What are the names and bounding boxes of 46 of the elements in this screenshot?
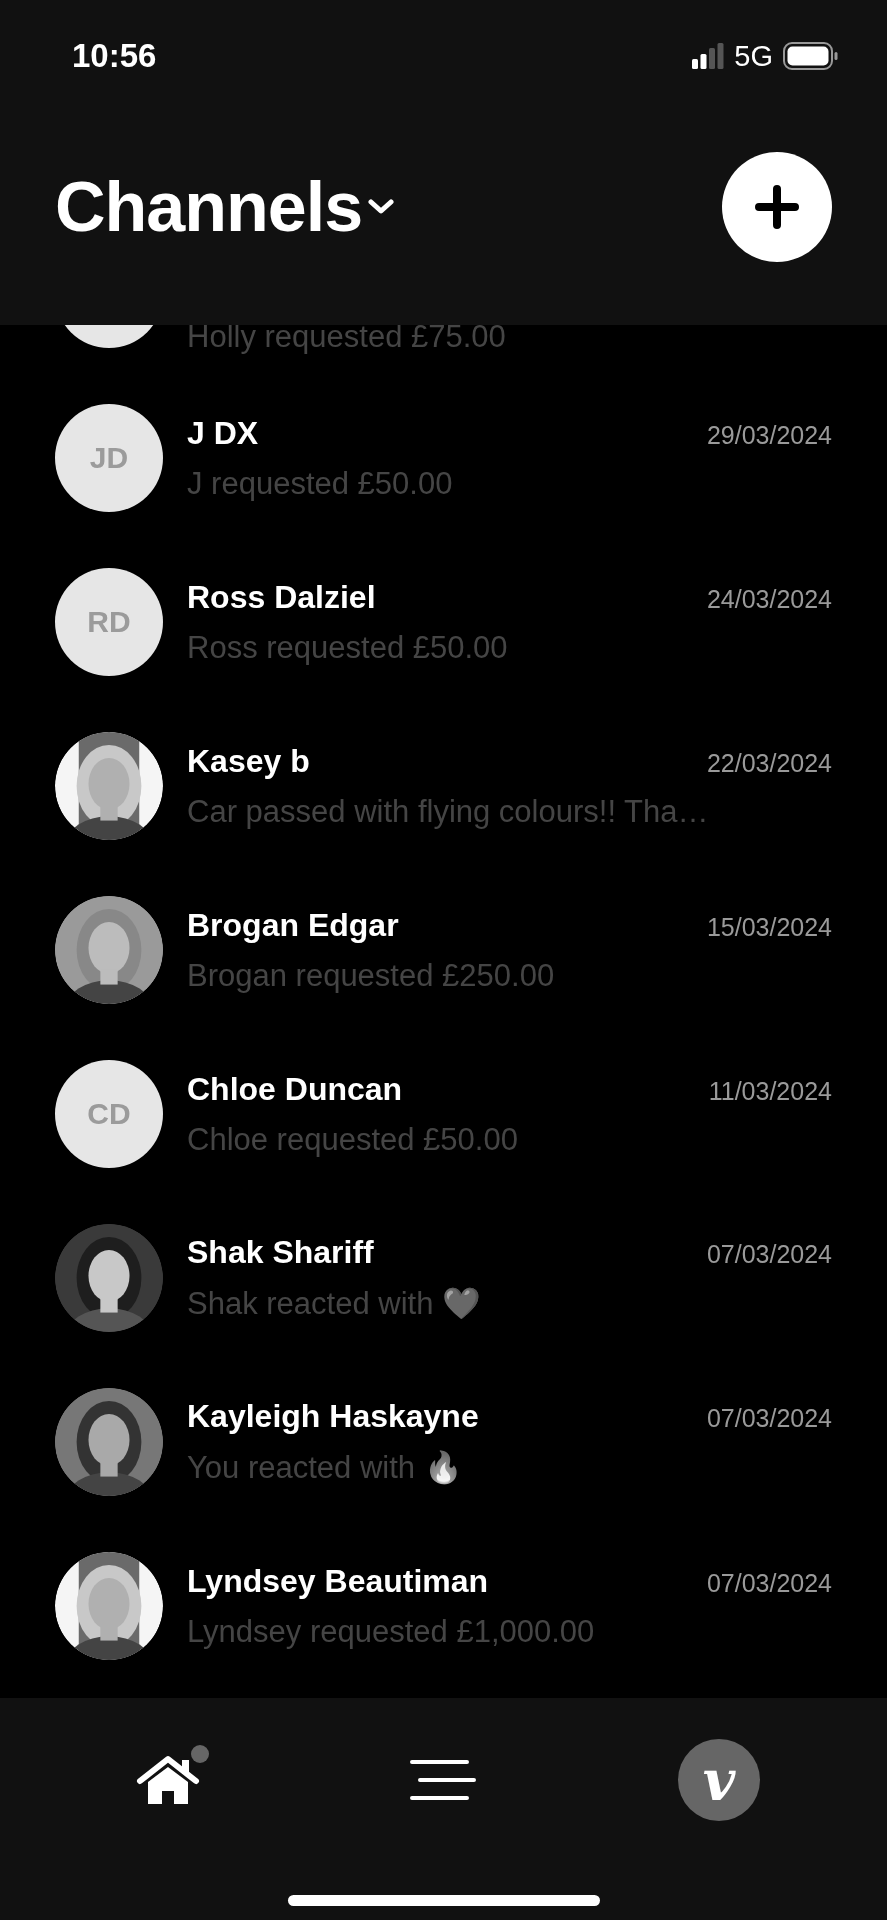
avatar-initials: JD	[55, 404, 163, 512]
channel-item[interactable]: Lyndsey Beautiman 07/03/2024 Lyndsey requested £1,000.00	[0, 1524, 887, 1688]
last-message: Holly requested £75.00	[187, 325, 507, 355]
channel-date: 07/03/2024	[706, 1404, 832, 1433]
channel-item[interactable]: Kasey b 22/03/2024 Car passed with flying colours!! Tha…	[0, 704, 887, 868]
channel-item[interactable]: RD Ross Dalziel 24/03/2024 Ross requested £50.00	[0, 540, 887, 704]
profile-tab[interactable]: v	[678, 1739, 761, 1821]
channel-date: 24/03/2024	[706, 584, 832, 614]
menu-icon	[410, 1759, 477, 1801]
channel-item[interactable]: Brogan Edgar 15/03/2024 Brogan requested £250.00	[0, 868, 887, 1032]
battery-icon	[783, 42, 839, 70]
page-title[interactable]: Channels	[55, 167, 363, 247]
channel-name: Kasey b	[187, 742, 311, 780]
channel-name: J DX	[187, 414, 260, 452]
channel-item[interactable]: CD Chloe Duncan 11/03/2024 Chloe requested £50.00	[0, 1032, 887, 1196]
avatar-initials: RD	[55, 568, 163, 676]
status-time: 10:56	[72, 37, 158, 75]
home-icon	[135, 1754, 200, 1806]
channel-name: Shak Shariff	[187, 1234, 375, 1271]
last-message: You reacted with 🔥	[187, 1449, 464, 1486]
channel-item[interactable]: Shak Shariff 07/03/2024 Shak reacted with ❤	[0, 1196, 887, 1360]
last-message: Lyndsey requested £1,000.00	[187, 1613, 596, 1650]
last-message: Car passed with flying colours!! Tha…	[187, 793, 710, 830]
channel-date: 29/03/2024	[706, 420, 832, 450]
avatar-initials: CD	[55, 1060, 163, 1168]
channel-name: Ross Dalziel	[187, 578, 377, 616]
last-message: Ross requested £50.00	[187, 629, 509, 666]
channel-date: 15/03/2024	[706, 912, 832, 942]
network-label: 5G	[734, 39, 773, 73]
channel-name: Kayleigh Haskayne	[187, 1398, 480, 1435]
last-message: J requested £50.00	[187, 465, 454, 502]
channel-name: Chloe Duncan	[187, 1070, 404, 1108]
channel-name: Lyndsey Beautiman	[187, 1562, 490, 1600]
channel-item[interactable]: Kayleigh Haskayne 07/03/2024 You reacted with 🔥	[0, 1360, 887, 1524]
last-message: Brogan requested £250.00	[187, 957, 556, 994]
chevron-down-icon[interactable]	[368, 199, 395, 215]
channel-date: 11/03/2024	[708, 1076, 832, 1106]
plus-icon	[755, 185, 799, 229]
channel-date: 07/03/2024	[706, 1240, 832, 1269]
channel-name: Brogan Edgar	[187, 906, 400, 944]
last-message: Shak reacted with ❤	[187, 1285, 483, 1322]
channel-date: 07/03/2024	[706, 1568, 832, 1598]
channel-item[interactable]: JD J DX 29/03/2024 J requested £50.00	[0, 376, 887, 540]
last-message: Chloe requested £50.00	[187, 1121, 519, 1158]
channel-date: 22/03/2024	[706, 748, 832, 778]
signal-icon	[692, 43, 725, 69]
